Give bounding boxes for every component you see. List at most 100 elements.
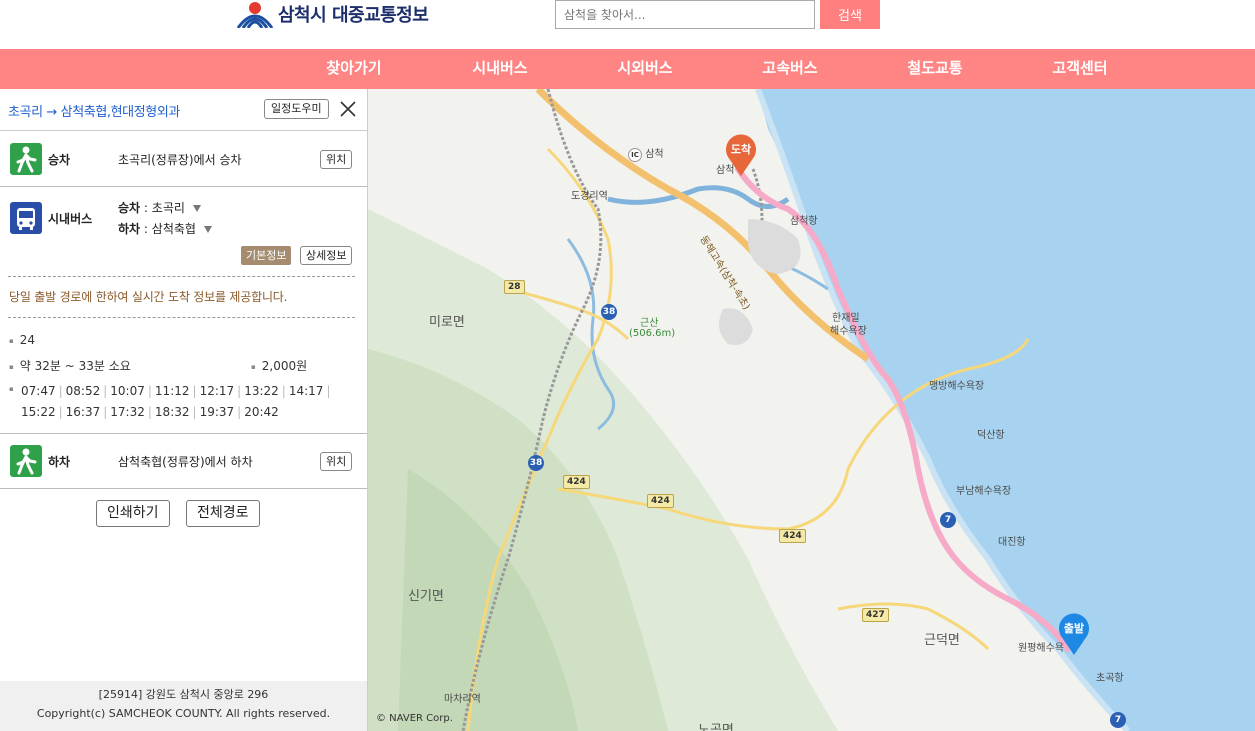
map-view[interactable]: IC 삼척 삼척 도경리역 삼척항 동해고속(삼척-속초) 한재밀 해수욕장 미… [368,89,1255,731]
samcheok-ic-text: 삼척 [645,149,664,160]
board-text: 초곡리(정류장)에서 승차 [118,153,242,167]
arrival-marker[interactable]: 도착 [724,133,758,177]
departure-time: 08:52 [65,384,101,398]
map-label-miro: 미로면 [429,315,465,330]
nav-customer-center[interactable]: 고객센터 [1052,49,1107,89]
time-separator: | [103,384,108,398]
schedule-helper-button[interactable]: 일정도우미 [264,99,329,119]
departure-time: 17:32 [110,405,145,419]
logo-icon [236,0,274,29]
departure-time: 20:42 [244,405,279,419]
duration: 약 32분 ~ 33분 소요 [9,357,131,374]
nav-city-bus[interactable]: 시내버스 [472,49,527,89]
footer: [25914] 강원도 삼척시 중앙로 296 Copyright(c) SAM… [0,681,367,731]
dropdown-triangle-icon [203,226,212,233]
road-shield: 424 [779,529,806,543]
walk-icon [10,445,42,477]
bus-alight-value: : 삼척축협 [143,222,196,236]
divider [0,186,367,187]
bus-alight-key: 하차 [118,222,141,236]
departure-time: 15:22 [21,405,56,419]
map-copyright: © NAVER Corp. [376,713,453,724]
footer-address: [25914] 강원도 삼척시 중앙로 296 [98,688,269,701]
footer-copyright: Copyright(c) SAMCHEOK COUNTY. All rights… [36,707,331,720]
nav-rail[interactable]: 철도교통 [907,49,962,89]
time-separator: | [58,384,63,398]
timetable-bullet [9,381,20,395]
board-label: 승차 [48,153,71,167]
logo-text: 삼척시 대중교통정보 [278,5,429,26]
departure-time: 11:12 [154,384,190,398]
road-shield: 427 [862,608,889,622]
time-separator: | [147,405,152,419]
alight-label: 하차 [48,455,71,469]
map-label-samcheok-ic: IC 삼척 [628,145,664,162]
map-label-geundeok: 근덕면 [924,633,960,648]
departure-time: 14:17 [288,384,324,398]
time-separator: | [237,405,242,419]
map-label-nogok: 노곡면 [698,723,734,731]
detail-info-tab[interactable]: 상세정보 [300,246,353,265]
time-separator: | [58,405,63,419]
ic-badge: IC [628,148,642,162]
route-badge: 7 [1110,712,1126,728]
site-logo[interactable]: 삼척시 대중교통정보 [236,0,429,29]
divider [0,488,367,489]
map-label-singi: 신기면 [408,589,444,604]
route-panel: 초곡리 → 삼척축협,현대정형외과 일정도우미 승차 초곡리(정류장)에서 승차… [0,89,368,731]
dashed-divider [8,317,355,318]
alight-text: 삼척축협(정류장)에서 하차 [118,455,253,469]
board-location-button[interactable]: 위치 [320,150,353,169]
bus-alight-stop[interactable]: 하차 : 삼척축협 [118,220,212,237]
road-shield: 424 [563,475,590,489]
full-route-button[interactable]: 전체경로 [186,500,260,527]
road-shield: 424 [647,494,674,508]
time-separator: | [237,384,242,398]
departure-time: 10:07 [110,384,145,398]
departure-time: 13:22 [244,384,279,398]
time-separator: | [326,384,331,398]
bus-label: 시내버스 [48,212,93,226]
map-label-geunsan: 근산 [640,318,659,329]
time-separator: | [192,384,197,398]
road-shield: 28 [504,280,525,294]
departure-marker-label: 출발 [1063,622,1085,635]
departure-time: 19:37 [199,405,235,419]
map-canvas[interactable] [368,89,1255,731]
map-label-samcheok-port: 삼척항 [790,216,818,227]
dashed-divider [8,276,355,277]
route-number: 24 [9,333,35,347]
close-icon[interactable] [339,100,357,118]
map-label-daejin: 대진항 [998,537,1026,548]
bus-board-value: : 초곡리 [143,201,185,215]
basic-info-tab[interactable]: 기본정보 [241,246,292,265]
route-header: 초곡리 → 삼척축협,현대정형외과 일정도우미 [0,89,367,131]
dropdown-triangle-icon [192,205,201,212]
departure-time: 07:47 [21,384,56,398]
route-badge: 38 [601,304,617,320]
route-badge: 38 [528,455,544,471]
search-button[interactable]: 검색 [820,0,880,29]
fare: 2,000원 [251,357,307,374]
map-label-bunam: 부남해수욕장 [956,486,1012,497]
alight-location-button[interactable]: 위치 [320,452,353,471]
top-bar: 삼척시 대중교통정보 검색 [0,0,1255,49]
departure-marker[interactable]: 출발 [1057,612,1091,656]
print-button[interactable]: 인쇄하기 [96,500,170,527]
bus-icon [10,202,42,234]
map-label-dogyeong-station: 도경리역 [571,191,608,202]
departure-time: 18:32 [154,405,190,419]
time-separator: | [192,405,197,419]
walk-icon [10,143,42,175]
time-separator: | [103,405,108,419]
map-label-geunsan-height: (506.6m) [629,328,676,339]
divider [0,433,367,434]
search-input[interactable] [555,0,815,29]
departure-times: 07:47 | 08:52 | 10:07 | 11:12 | 12:17 | 13:22 | 14:1… [21,381,351,423]
map-label-hanjaemil-2: 해수욕장 [830,326,867,337]
time-separator: | [147,384,152,398]
nav-intercity-bus[interactable]: 시외버스 [617,49,672,89]
nav-express-bus[interactable]: 고속버스 [762,49,817,89]
bus-board-stop[interactable]: 승차 : 초곡리 [118,199,201,216]
nav-directions[interactable]: 찾아가기 [326,49,381,89]
